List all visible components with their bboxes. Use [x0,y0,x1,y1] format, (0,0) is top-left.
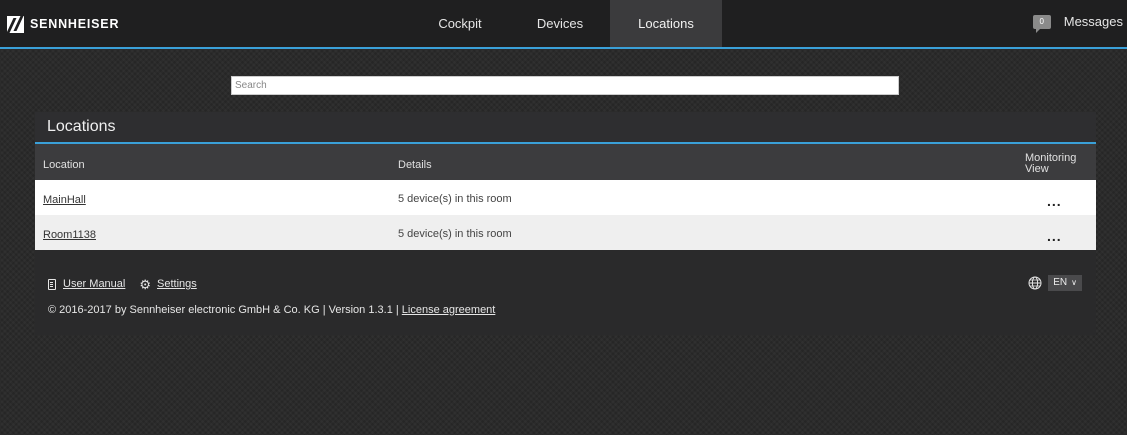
table-row: Room1138 5 device(s) in this room ... [35,215,1096,250]
settings-label: Settings [157,278,197,290]
table-header: Location Details Monitoring View [35,144,1096,180]
column-header-location: Location [43,159,85,171]
license-agreement-link[interactable]: License agreement [402,304,496,316]
location-link-room1138[interactable]: Room1138 [43,229,96,241]
footer-links: User Manual ⚙ Settings [48,276,211,292]
tab-devices[interactable]: Devices [510,0,610,47]
top-navigation-bar: SENNHEISER Cockpit Devices Locations 0 M… [0,0,1127,49]
gear-icon: ⚙ [139,276,152,292]
language-value: EN [1053,277,1068,288]
language-switcher: EN ∨ [1028,275,1082,291]
messages-label: Messages [1063,14,1123,29]
copyright-text: © 2016-2017 by Sennheiser electronic Gmb… [48,304,495,316]
language-select[interactable]: EN ∨ [1048,275,1082,291]
tab-cockpit[interactable]: Cockpit [410,0,510,47]
locations-panel: Locations Location Details Monitoring Vi… [35,112,1096,335]
monitoring-view-more-button[interactable]: ... [1047,228,1062,244]
main-tabs: Cockpit Devices Locations [410,0,722,47]
brand-name: SENNHEISER [30,17,120,31]
column-header-monitoring-view: Monitoring View [1025,152,1077,175]
location-details: 5 device(s) in this room [398,193,512,205]
table-row: MainHall 5 device(s) in this room ... [35,180,1096,215]
messages-button[interactable]: 0 Messages [1032,14,1123,33]
location-link-mainhall[interactable]: MainHall [43,194,86,206]
column-header-details: Details [398,159,432,171]
copyright-label: © 2016-2017 by Sennheiser electronic Gmb… [48,304,402,316]
chevron-down-icon: ∨ [1071,278,1077,287]
user-manual-link[interactable]: User Manual [48,278,125,290]
messages-count: 0 [1039,16,1044,26]
message-bubble-icon: 0 [1032,14,1051,33]
tab-locations[interactable]: Locations [610,0,722,47]
settings-link[interactable]: ⚙ Settings [139,276,197,292]
sennheiser-logo[interactable]: SENNHEISER [7,14,119,34]
location-details: 5 device(s) in this room [398,228,512,240]
sennheiser-logo-icon [7,15,24,33]
document-icon [48,278,56,290]
globe-icon [1028,276,1042,290]
monitoring-view-more-button[interactable]: ... [1047,193,1062,209]
panel-footer: User Manual ⚙ Settings © 2016-2017 by Se… [35,261,1096,335]
user-manual-label: User Manual [63,278,126,290]
panel-title: Locations [35,112,1096,144]
search-input[interactable] [231,76,899,95]
